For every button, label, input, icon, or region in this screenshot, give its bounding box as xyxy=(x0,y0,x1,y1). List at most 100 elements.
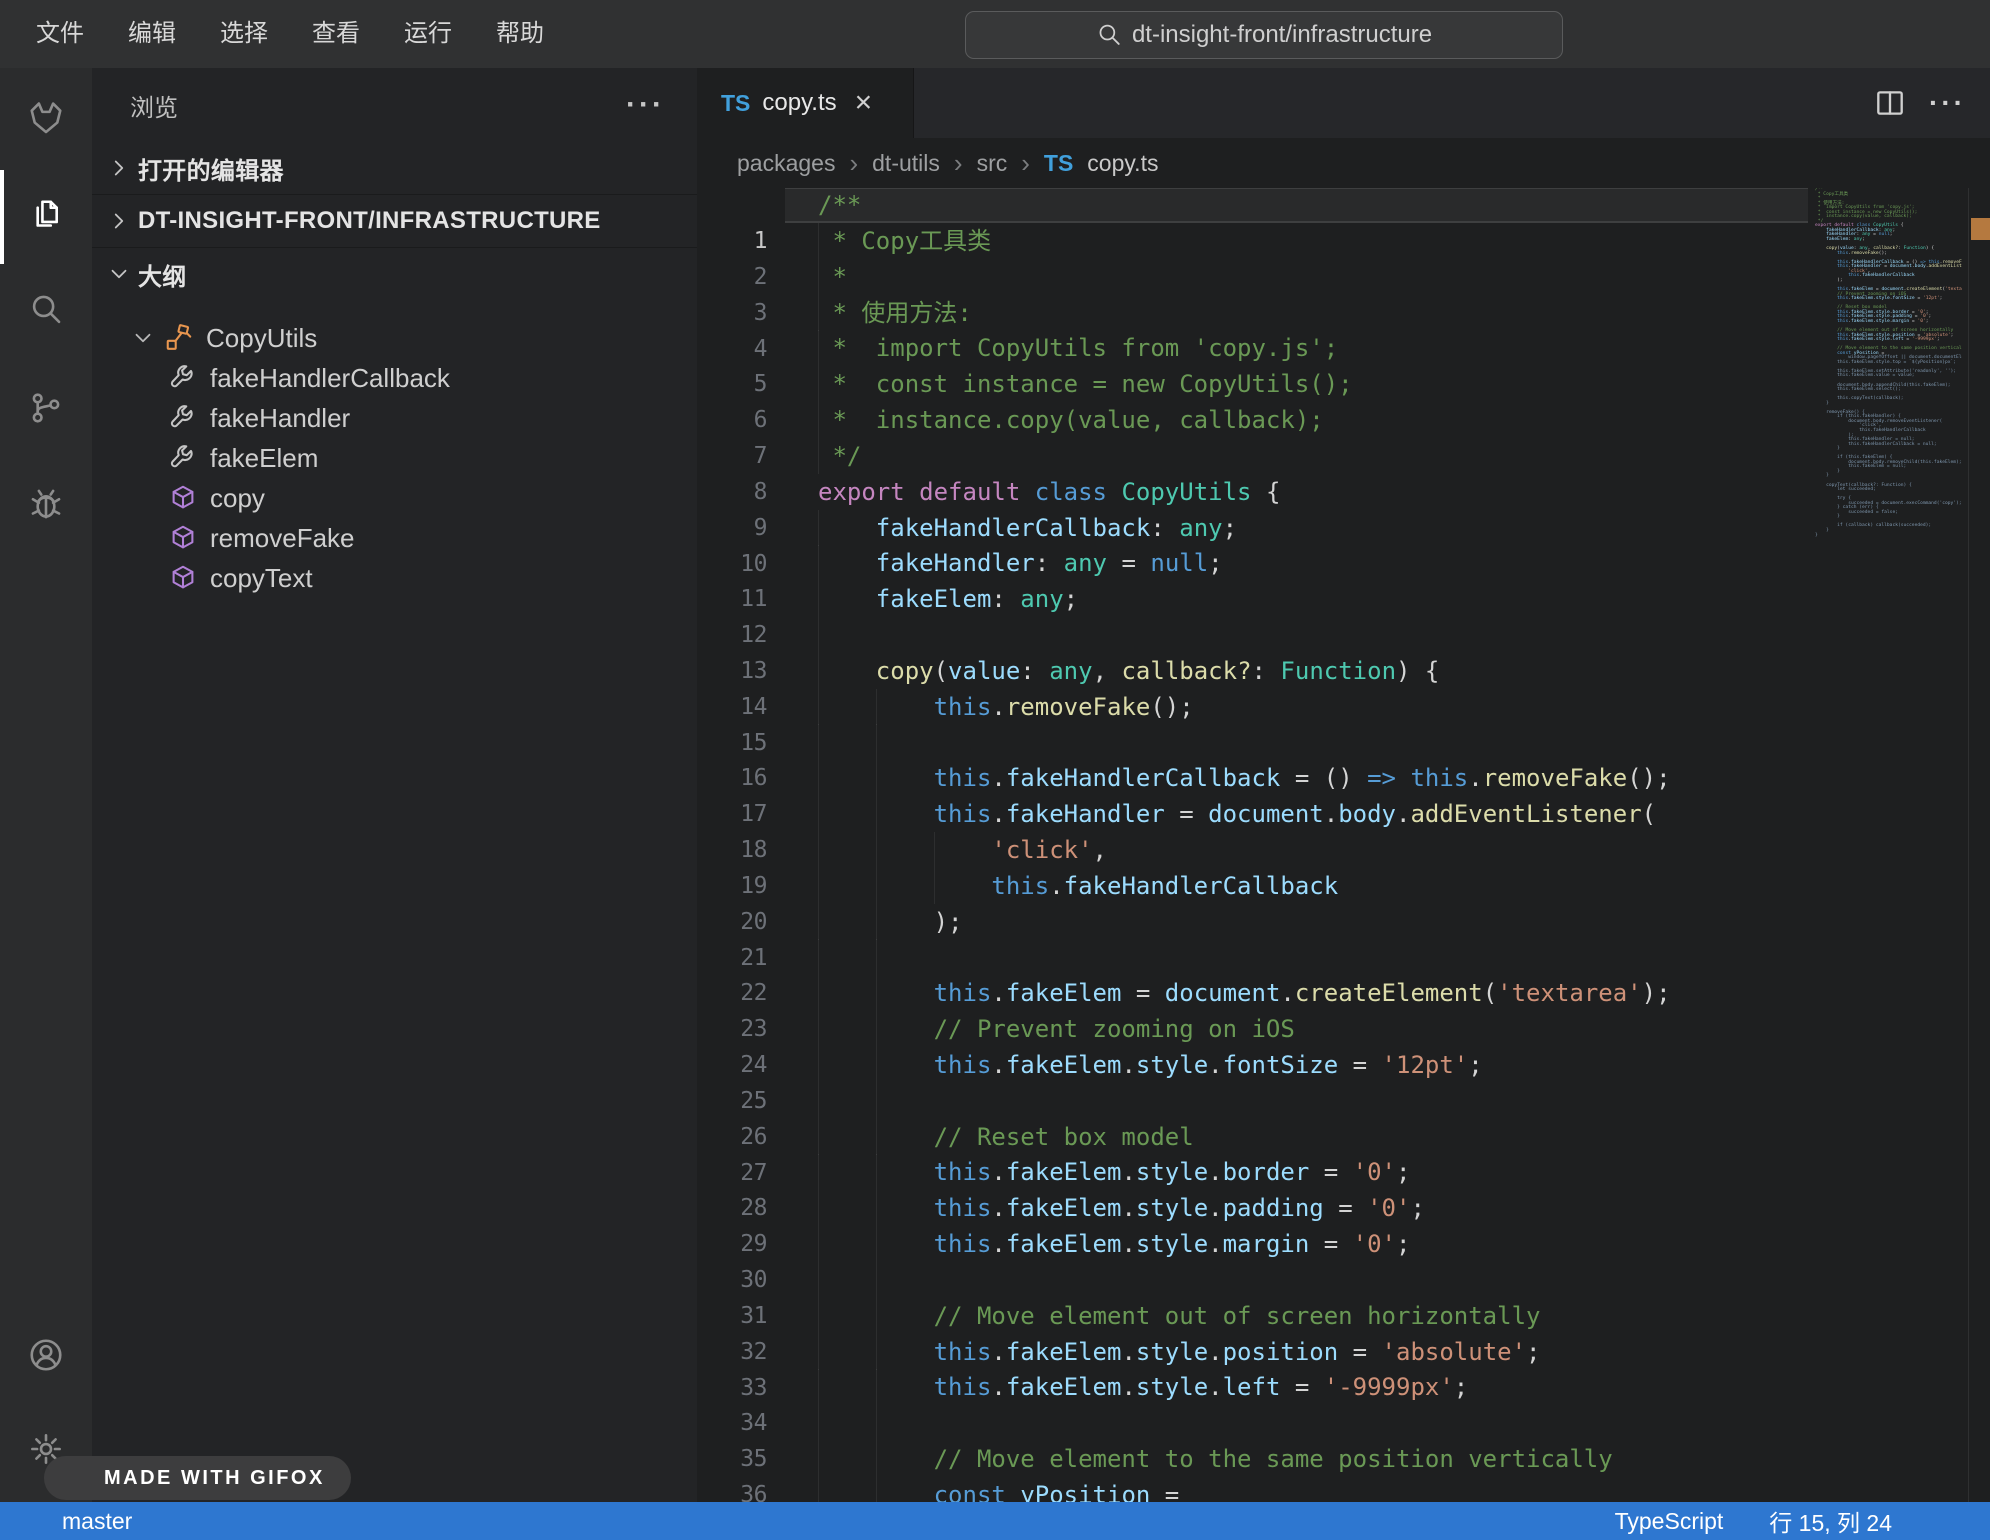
code-line[interactable]: 36 // Move element to the same position … xyxy=(697,1441,1990,1502)
breadcrumb-item[interactable]: src xyxy=(977,150,1008,177)
close-tab-icon[interactable]: × xyxy=(855,88,873,118)
code-line[interactable]: 24 // Prevent zooming on iOS xyxy=(697,1011,1990,1078)
activity-debug[interactable] xyxy=(0,471,92,537)
outline-item-copy[interactable]: copy xyxy=(92,478,697,518)
outline-label: removeFake xyxy=(210,522,355,553)
menu-item-2[interactable]: 选择 xyxy=(198,0,290,68)
breadcrumb-item[interactable]: packages xyxy=(737,150,835,177)
breadcrumb-item[interactable]: copy.ts xyxy=(1087,150,1158,177)
code-line[interactable]: 33 this.fakeElem.style.position = 'absol… xyxy=(697,1333,1990,1401)
sidebar-section-2[interactable]: 大纲 xyxy=(92,247,697,300)
menu-item-4[interactable]: 运行 xyxy=(382,0,474,68)
code-line[interactable]: 16 xyxy=(697,724,1990,791)
outline-label: copy xyxy=(210,482,265,513)
code-line[interactable]: 22 xyxy=(697,939,1990,1006)
search-text: dt-insight-front/infrastructure xyxy=(1131,21,1433,48)
branch-name[interactable]: master xyxy=(62,1508,132,1535)
code-editor[interactable]: /** * Copy工具类 * * 使用方法: * import CopyUti… xyxy=(697,188,1990,1502)
outline-item-fakeElem[interactable]: fakeElem xyxy=(92,438,697,478)
code-line[interactable]: 32 // Move element out of screen horizon… xyxy=(697,1297,1990,1365)
activity-search[interactable] xyxy=(0,277,92,343)
code-line[interactable]: 9 export default class CopyUtils { xyxy=(697,474,1990,541)
outline-item-fakeHandlerCallback[interactable]: fakeHandlerCallback xyxy=(92,358,697,398)
code-line[interactable]: 10 fakeHandlerCallback: any; xyxy=(697,509,1990,577)
menu-item-0[interactable]: 文件 xyxy=(14,0,106,68)
status-bar: master TypeScript 行 15, 列 24 xyxy=(0,1502,1990,1540)
symbol-method-icon xyxy=(168,563,198,593)
section-label: 打开的编辑器 xyxy=(138,157,284,185)
typescript-file-icon: TS xyxy=(721,89,751,116)
command-center-search[interactable]: dt-insight-front/infrastructure xyxy=(965,11,1563,59)
code-line[interactable]: 4 * 使用方法: xyxy=(697,294,1990,362)
activity-source-control[interactable] xyxy=(0,375,92,441)
outline-item-CopyUtils[interactable]: CopyUtils xyxy=(92,318,697,358)
code-line[interactable]: 29 this.fakeElem.style.padding = '0'; xyxy=(697,1190,1990,1257)
menu-item-1[interactable]: 编辑 xyxy=(106,0,198,68)
menu-item-5[interactable]: 帮助 xyxy=(474,0,566,68)
chevron-down-icon xyxy=(106,261,132,287)
more-actions-icon[interactable]: ··· xyxy=(626,68,665,142)
code-line[interactable]: 7 * instance.copy(value, callback); xyxy=(697,402,1990,469)
code-line[interactable]: 6 * const instance = new CopyUtils(); xyxy=(697,366,1990,433)
code-line[interactable]: 13 xyxy=(697,617,1990,684)
code-line[interactable]: 19 'click', xyxy=(697,831,1990,899)
section-label: 大纲 xyxy=(138,263,187,291)
code-line[interactable]: 5 * import CopyUtils from 'copy.js'; xyxy=(697,330,1990,397)
typescript-file-icon: TS xyxy=(1043,149,1074,176)
code-line[interactable]: 23 this.fakeElem = document.createElemen… xyxy=(697,975,1990,1042)
symbol-property-icon xyxy=(168,443,198,473)
outline-item-removeFake[interactable]: removeFake xyxy=(92,518,697,558)
code-line[interactable]: 37 const yPosition = xyxy=(697,1476,1990,1502)
code-line[interactable]: 15 this.removeFake(); xyxy=(697,688,1990,756)
code-line[interactable]: 11 fakeHandler: any = null; xyxy=(697,545,1990,612)
code-line[interactable]: 1 /** xyxy=(697,188,1990,254)
code-line[interactable]: 34 this.fakeElem.style.left = '-9999px'; xyxy=(697,1369,1990,1436)
code-line[interactable]: 30 this.fakeElem.style.margin = '0'; xyxy=(697,1226,1990,1293)
gitlab-icon xyxy=(27,100,65,138)
bell-icon[interactable] xyxy=(1938,1507,1966,1535)
outline-label: fakeHandler xyxy=(210,402,351,433)
code-line[interactable]: 21 ); xyxy=(697,903,1990,971)
activity-gitlab[interactable] xyxy=(0,86,92,152)
code-line[interactable]: 14 copy(value: any, callback?: Function)… xyxy=(697,652,1990,720)
code-line[interactable]: 17 this.fakeHandlerCallback = () => this… xyxy=(697,760,1990,827)
sidebar-section-0[interactable]: 打开的编辑器 xyxy=(92,142,697,194)
code-line[interactable]: 12 fakeElem: any; xyxy=(697,581,1990,648)
sidebar-section-1[interactable]: DT-INSIGHT-FRONT/INFRASTRUCTURE xyxy=(92,194,697,247)
outline-item-copyText[interactable]: copyText xyxy=(92,558,697,598)
account-icon xyxy=(27,1336,65,1374)
editor-actions: ··· xyxy=(1873,68,1966,138)
tab-bar: TS copy.ts × ··· xyxy=(697,68,1990,138)
code-line[interactable]: 31 xyxy=(697,1261,1990,1329)
breadcrumb: packages › dt-utils › src › TS copy.ts xyxy=(697,138,1990,188)
menu-item-3[interactable]: 查看 xyxy=(290,0,382,68)
outline-item-fakeHandler[interactable]: fakeHandler xyxy=(92,398,697,438)
breadcrumb-separator: › xyxy=(953,147,963,178)
symbol-property-icon xyxy=(168,403,198,433)
code-line[interactable]: 25 this.fakeElem.style.fontSize = '12pt'… xyxy=(697,1046,1990,1114)
source-control-icon xyxy=(27,389,65,427)
outline-tree: CopyUtils fakeHandlerCallback fakeHandle… xyxy=(92,318,697,598)
split-editor-icon[interactable] xyxy=(1873,86,1907,120)
code-line[interactable]: 3 * xyxy=(697,258,1990,326)
code-line[interactable]: 26 xyxy=(697,1082,1990,1150)
breadcrumb-item[interactable]: dt-utils xyxy=(872,150,940,177)
code-line[interactable]: 18 this.fakeHandler = document.body.addE… xyxy=(697,796,1990,863)
debug-icon xyxy=(27,485,65,523)
code-line[interactable]: 2 * Copy工具类 xyxy=(697,222,1990,290)
code-line[interactable]: 8 */ xyxy=(697,437,1990,505)
tab-copy-ts[interactable]: TS copy.ts × xyxy=(697,68,914,138)
code-line[interactable]: 20 this.fakeHandlerCallback xyxy=(697,867,1990,935)
editor-group: TS copy.ts × ··· packages › dt-utils › src › T… xyxy=(697,68,1990,1502)
activity-files[interactable] xyxy=(0,183,92,249)
chevron-right-icon xyxy=(106,208,132,234)
editor-more-actions-icon[interactable]: ··· xyxy=(1929,87,1966,119)
language-mode[interactable]: TypeScript xyxy=(1615,1508,1724,1535)
cursor-position[interactable]: 行 15, 列 24 xyxy=(1769,1504,1892,1538)
activity-account[interactable] xyxy=(0,1322,92,1388)
code-line[interactable]: 35 xyxy=(697,1405,1990,1472)
code-line[interactable]: 27 // Reset box model xyxy=(697,1118,1990,1186)
outline-label: fakeElem xyxy=(210,442,319,473)
code-line[interactable]: 28 this.fakeElem.style.border = '0'; xyxy=(697,1154,1990,1221)
section-label: DT-INSIGHT-FRONT/INFRASTRUCTURE xyxy=(138,207,601,234)
